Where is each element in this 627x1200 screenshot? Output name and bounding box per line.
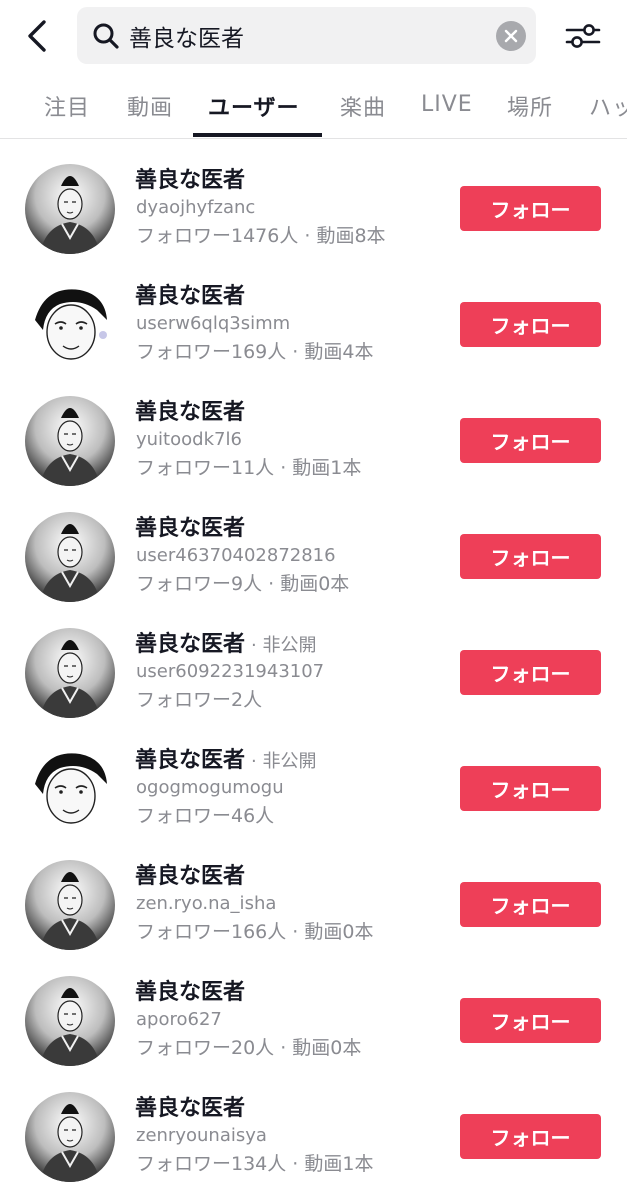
avatar[interactable]: [25, 860, 115, 950]
username: user6092231943107: [136, 661, 325, 682]
search-input[interactable]: [121, 7, 496, 64]
user-row[interactable]: 善良な医者 dyaojhyfzanc フォロワー1476人 · 動画8本 フォロ…: [0, 138, 627, 254]
user-stats: フォロワー20人 · 動画0本: [136, 1037, 362, 1059]
username: aporo627: [136, 1009, 222, 1030]
user-row[interactable]: 善良な医者 zenryounaisya フォロワー134人 · 動画1本 フォロ…: [0, 1066, 627, 1182]
tab-sounds[interactable]: 楽曲: [340, 90, 386, 122]
private-label: · 非公開: [251, 635, 317, 656]
user-stats: フォロワー134人 · 動画1本: [136, 1153, 374, 1175]
back-button[interactable]: [18, 14, 58, 58]
avatar[interactable]: [25, 396, 115, 486]
search-icon: [91, 21, 121, 51]
tab-top[interactable]: 注目: [44, 90, 90, 122]
filter-button[interactable]: [560, 14, 606, 58]
follow-button[interactable]: フォロー: [460, 998, 601, 1043]
user-stats: フォロワー11人 · 動画1本: [136, 457, 362, 479]
username: user46370402872816: [136, 545, 336, 566]
follow-button[interactable]: フォロー: [460, 534, 601, 579]
user-stats: フォロワー1476人 · 動画8本: [136, 225, 386, 247]
user-row[interactable]: 善良な医者 aporo627 フォロワー20人 · 動画0本 フォロー: [0, 950, 627, 1066]
user-name-line: 善良な医者: [135, 394, 251, 426]
username: zen.ryo.na_isha: [136, 893, 277, 914]
display-name[interactable]: 善良な医者: [135, 162, 245, 194]
chevron-left-icon: [28, 20, 46, 52]
user-name-line: 善良な医者: [135, 162, 251, 194]
avatar[interactable]: [25, 744, 115, 834]
user-row[interactable]: 善良な医者 yuitoodk7l6 フォロワー11人 · 動画1本 フォロー: [0, 370, 627, 486]
user-stats: フォロワー2人: [136, 689, 263, 711]
avatar[interactable]: [25, 280, 115, 370]
tab-live[interactable]: LIVE: [421, 92, 473, 117]
tab-hashtags[interactable]: ハッ: [589, 90, 627, 122]
user-name-line: 善良な医者 · 非公開: [135, 626, 316, 658]
user-row[interactable]: 善良な医者 userw6qlq3simm フォロワー169人 · 動画4本 フォ…: [0, 254, 627, 370]
active-tab-indicator: [193, 133, 322, 137]
search-tabs: 注目 動画 ユーザー 楽曲 LIVE 場所 ハッ: [0, 76, 627, 139]
display-name[interactable]: 善良な医者: [135, 858, 245, 890]
user-stats: フォロワー169人 · 動画4本: [136, 341, 374, 363]
follow-button[interactable]: フォロー: [460, 1114, 601, 1159]
username: userw6qlq3simm: [136, 313, 291, 334]
username: dyaojhyfzanc: [136, 197, 256, 218]
follow-button[interactable]: フォロー: [460, 418, 601, 463]
display-name[interactable]: 善良な医者: [135, 394, 245, 426]
follow-button[interactable]: フォロー: [460, 302, 601, 347]
avatar[interactable]: [25, 976, 115, 1066]
tab-places[interactable]: 場所: [507, 90, 553, 122]
user-name-line: 善良な医者: [135, 974, 251, 1006]
user-name-line: 善良な医者 · 非公開: [135, 742, 316, 774]
portrait-illustration-icon: [25, 280, 115, 370]
avatar[interactable]: [25, 164, 115, 254]
portrait-illustration-icon: [25, 512, 115, 602]
avatar[interactable]: [25, 512, 115, 602]
private-label: · 非公開: [251, 751, 317, 772]
user-name-line: 善良な医者: [135, 1090, 251, 1122]
tab-videos[interactable]: 動画: [127, 90, 173, 122]
user-name-line: 善良な医者: [135, 278, 251, 310]
username: zenryounaisya: [136, 1125, 267, 1146]
follow-button[interactable]: フォロー: [460, 882, 601, 927]
portrait-illustration-icon: [25, 164, 115, 254]
tab-users[interactable]: ユーザー: [208, 90, 300, 122]
avatar[interactable]: [25, 628, 115, 718]
portrait-illustration-icon: [25, 976, 115, 1066]
username: yuitoodk7l6: [136, 429, 242, 450]
clear-search-button[interactable]: [496, 20, 526, 51]
portrait-illustration-icon: [25, 1092, 115, 1182]
follow-button[interactable]: フォロー: [460, 186, 601, 231]
search-header: [0, 0, 627, 76]
portrait-illustration-icon: [25, 860, 115, 950]
display-name[interactable]: 善良な医者: [135, 278, 245, 310]
display-name[interactable]: 善良な医者: [135, 626, 245, 658]
portrait-illustration-icon: [25, 744, 115, 834]
user-row[interactable]: 善良な医者 · 非公開 ogogmogumogu フォロワー46人 フォロー: [0, 718, 627, 834]
user-row[interactable]: 善良な医者 user46370402872816 フォロワー9人 · 動画0本 …: [0, 486, 627, 602]
avatar[interactable]: [25, 1092, 115, 1182]
filter-sliders-icon: [565, 24, 601, 48]
close-icon: [504, 29, 518, 42]
user-stats: フォロワー166人 · 動画0本: [136, 921, 374, 943]
follow-button[interactable]: フォロー: [460, 650, 601, 695]
display-name[interactable]: 善良な医者: [135, 510, 245, 542]
user-row[interactable]: 善良な医者 · 非公開 user6092231943107 フォロワー2人 フォ…: [0, 602, 627, 718]
display-name[interactable]: 善良な医者: [135, 742, 245, 774]
portrait-illustration-icon: [25, 628, 115, 718]
user-name-line: 善良な医者: [135, 858, 251, 890]
user-name-line: 善良な医者: [135, 510, 251, 542]
display-name[interactable]: 善良な医者: [135, 974, 245, 1006]
portrait-illustration-icon: [25, 396, 115, 486]
user-stats: フォロワー46人: [136, 805, 275, 827]
username: ogogmogumogu: [136, 777, 284, 798]
user-row[interactable]: 善良な医者 zen.ryo.na_isha フォロワー166人 · 動画0本 フ…: [0, 834, 627, 950]
display-name[interactable]: 善良な医者: [135, 1090, 245, 1122]
search-bar[interactable]: [77, 7, 536, 64]
user-stats: フォロワー9人 · 動画0本: [136, 573, 350, 595]
follow-button[interactable]: フォロー: [460, 766, 601, 811]
